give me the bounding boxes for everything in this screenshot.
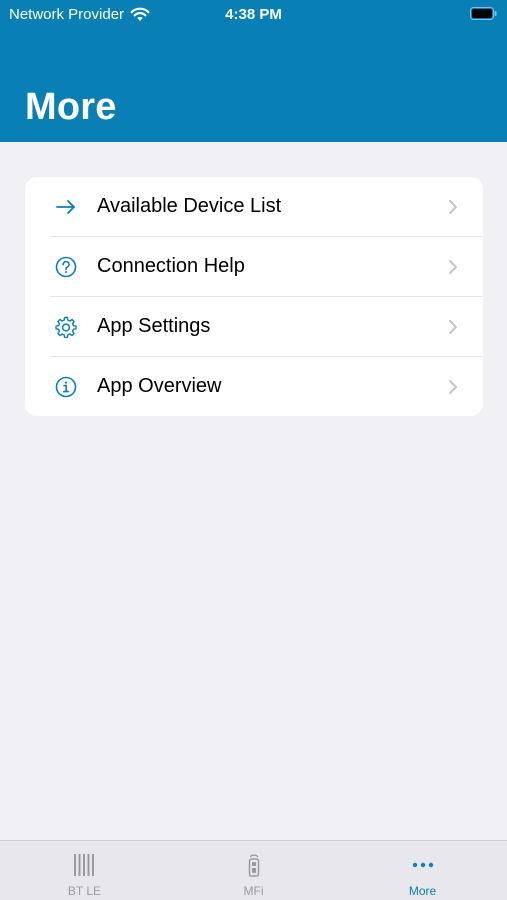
menu-item-available-device-list[interactable]: Available Device List	[25, 177, 483, 237]
more-menu-card: Available Device List Connection Help Ap…	[25, 177, 483, 416]
tab-label: More	[408, 884, 437, 898]
scanner-icon	[248, 854, 259, 877]
chevron-right-icon	[449, 320, 457, 334]
arrow-right-icon	[56, 200, 75, 214]
menu-item-label: App Settings	[97, 315, 211, 337]
page-title: More	[25, 86, 117, 128]
menu-item-label: App Overview	[97, 375, 222, 397]
menu-item-label: Connection Help	[97, 255, 245, 277]
tab-label: MFi	[243, 884, 264, 898]
tab-label: BT LE	[67, 884, 102, 898]
tab-more[interactable]: More	[338, 841, 507, 900]
barcode-icon	[73, 854, 94, 876]
question-circle-icon	[55, 256, 77, 278]
chevron-right-icon	[449, 260, 457, 274]
menu-item-app-settings[interactable]: App Settings	[25, 297, 483, 357]
status-bar: Network Provider 4:38 PM	[0, 0, 507, 30]
more-dots-icon	[412, 862, 433, 868]
tab-bt-le[interactable]: BT LE	[0, 841, 169, 900]
tab-mfi[interactable]: MFi	[169, 841, 338, 900]
battery-icon	[470, 7, 497, 20]
info-circle-icon	[55, 376, 77, 398]
gear-icon	[55, 316, 77, 338]
status-time: 4:38 PM	[225, 6, 282, 23]
menu-item-label: Available Device List	[97, 195, 282, 217]
menu-item-connection-help[interactable]: Connection Help	[25, 237, 483, 297]
navigation-header: Network Provider 4:38 PM More	[0, 0, 507, 142]
chevron-right-icon	[449, 200, 457, 214]
chevron-right-icon	[449, 380, 457, 394]
menu-item-app-overview[interactable]: App Overview	[25, 357, 483, 416]
tab-bar: BT LE MFi More	[0, 840, 507, 900]
